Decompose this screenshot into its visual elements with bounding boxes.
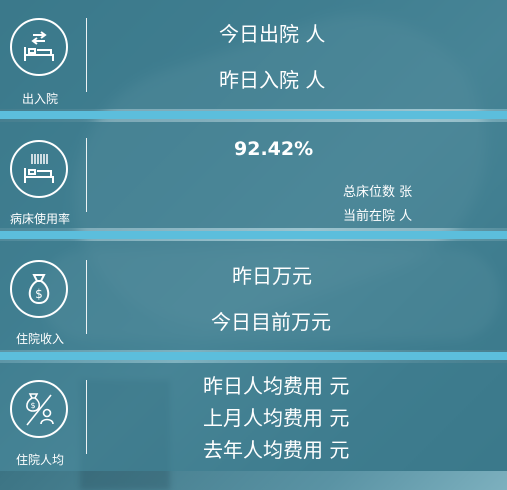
admission-label: 出入院: [21, 92, 58, 106]
divider: [86, 18, 87, 92]
income-icon-block: $ 住院收入: [0, 241, 80, 350]
svg-text:$: $: [35, 287, 43, 301]
svg-text:$: $: [30, 401, 35, 410]
per-capita-label: 住院人均: [15, 453, 64, 467]
per-capita-icon-block: $ 住院人均: [0, 363, 80, 471]
divider: [86, 260, 87, 334]
bed-usage-icon: [10, 140, 68, 198]
occupancy-label: 病床使用率: [9, 212, 70, 226]
money-bag-icon: $: [10, 260, 68, 318]
yesterday-admission: 昨日入院 人: [219, 68, 326, 92]
occupancy-rate: 92.42%: [234, 138, 314, 160]
money-per-person-icon: $: [10, 380, 68, 438]
separator-bar: [0, 352, 507, 360]
income-panel: $ 住院收入 昨日万元 今日目前万元: [0, 241, 507, 350]
per-capita-last-month: 上月人均费用 元: [203, 406, 350, 430]
admission-icon-block: 出入院: [0, 0, 80, 109]
divider: [86, 138, 87, 212]
income-yesterday: 昨日万元: [232, 264, 312, 288]
per-capita-panel: $ 住院人均 昨日人均费用 元 上月人均费用 元 去年人均费用 元: [0, 363, 507, 471]
separator-bar: [0, 111, 507, 119]
bed-transfer-icon: [10, 18, 68, 76]
occupancy-panel: 病床使用率 92.42% 总床位数 张 当前在院 人: [0, 122, 507, 228]
current-inpatients: 当前在院 人: [343, 209, 413, 224]
income-today: 今日目前万元: [211, 310, 331, 334]
divider: [86, 380, 87, 454]
admission-panel: 出入院 今日出院 人 昨日入院 人: [0, 0, 507, 109]
today-discharge: 今日出院 人: [219, 22, 326, 46]
total-beds: 总床位数 张: [343, 185, 413, 200]
occupancy-icon-block: 病床使用率: [0, 122, 80, 228]
per-capita-yesterday: 昨日人均费用 元: [203, 374, 350, 398]
separator-bar: [0, 231, 507, 239]
per-capita-last-year: 去年人均费用 元: [203, 438, 350, 462]
income-label: 住院收入: [15, 332, 64, 346]
